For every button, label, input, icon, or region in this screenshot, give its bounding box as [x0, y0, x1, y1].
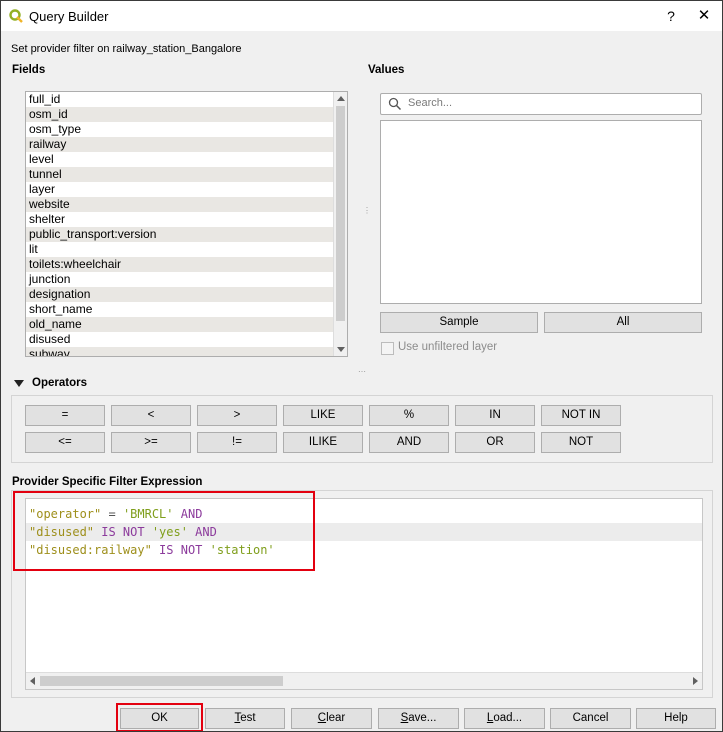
values-list[interactable] — [380, 120, 702, 304]
operator-button[interactable]: < — [111, 405, 191, 426]
values-search-input[interactable]: Search... — [380, 93, 702, 115]
field-item[interactable]: designation — [26, 287, 347, 302]
field-item[interactable]: website — [26, 197, 347, 212]
expression-label: Provider Specific Filter Expression — [12, 476, 203, 488]
operator-button[interactable]: != — [197, 432, 277, 453]
query-builder-window: Query Builder ? ✕ Set provider filter on… — [0, 0, 723, 732]
operator-button[interactable]: ILIKE — [283, 432, 363, 453]
test-button[interactable]: Test — [205, 708, 285, 729]
field-item[interactable]: railway — [26, 137, 347, 152]
field-item[interactable]: full_id — [26, 92, 347, 107]
ok-highlight-box — [116, 703, 203, 731]
field-item[interactable]: junction — [26, 272, 347, 287]
field-item[interactable]: old_name — [26, 317, 347, 332]
operator-button[interactable]: = — [25, 405, 105, 426]
operator-button[interactable]: > — [197, 405, 277, 426]
field-item[interactable]: disused — [26, 332, 347, 347]
field-item[interactable]: layer — [26, 182, 347, 197]
search-icon — [388, 97, 402, 111]
fields-label: Fields — [12, 64, 46, 76]
vertical-splitter-handle[interactable]: ⋮ — [363, 207, 371, 215]
operator-button[interactable]: <= — [25, 432, 105, 453]
scroll-thumb[interactable] — [336, 106, 345, 321]
hscroll-thumb[interactable] — [40, 676, 283, 686]
expression-hscrollbar[interactable] — [26, 672, 702, 689]
save-button[interactable]: Save... — [378, 708, 459, 729]
field-item[interactable]: shelter — [26, 212, 347, 227]
clear-mnemonic: C — [317, 712, 327, 724]
collapse-operators-icon[interactable] — [14, 380, 24, 387]
all-button[interactable]: All — [544, 312, 702, 333]
field-item[interactable]: public_transport:version — [26, 227, 347, 242]
field-item[interactable]: short_name — [26, 302, 347, 317]
horizontal-splitter-handle[interactable]: ⋯ — [358, 368, 366, 376]
fields-rows: full_id osm_id osm_type railway level tunnel l… — [26, 92, 347, 356]
operator-button[interactable]: NOT IN — [541, 405, 621, 426]
title-help-icon[interactable]: ? — [656, 6, 686, 26]
cancel-button[interactable]: Cancel — [550, 708, 631, 729]
window-title: Query Builder — [29, 9, 109, 24]
save-label: ave... — [408, 712, 437, 724]
operator-button[interactable]: % — [369, 405, 449, 426]
operator-button[interactable]: LIKE — [283, 405, 363, 426]
field-item[interactable]: toilets:wheelchair — [26, 257, 347, 272]
field-item[interactable]: subway — [26, 347, 347, 356]
test-label: est — [240, 712, 256, 724]
qgis-logo-icon — [9, 9, 23, 23]
sample-button[interactable]: Sample — [380, 312, 538, 333]
use-unfiltered-layer-checkbox[interactable] — [381, 342, 394, 355]
scroll-down-icon[interactable] — [337, 347, 345, 352]
field-item[interactable]: level — [26, 152, 347, 167]
operator-button[interactable]: NOT — [541, 432, 621, 453]
fields-list[interactable]: full_id osm_id osm_type railway level tunnel l… — [25, 91, 348, 357]
close-icon[interactable]: ✕ — [689, 6, 719, 26]
field-item[interactable]: osm_type — [26, 122, 347, 137]
load-label: oad... — [493, 712, 523, 724]
field-item[interactable]: tunnel — [26, 167, 347, 182]
field-item[interactable]: lit — [26, 242, 347, 257]
provider-filter-caption: Set provider filter on railway_station_B… — [11, 43, 242, 55]
search-placeholder: Search... — [408, 97, 453, 109]
expression-highlight-box — [13, 491, 315, 571]
field-item[interactable]: osm_id — [26, 107, 347, 122]
title-bar: Query Builder ? ✕ — [1, 1, 722, 31]
values-label: Values — [368, 64, 405, 76]
fields-scrollbar[interactable] — [333, 92, 347, 356]
scroll-left-icon[interactable] — [30, 677, 35, 685]
load-button[interactable]: Load... — [464, 708, 545, 729]
scroll-right-icon[interactable] — [693, 677, 698, 685]
operator-button[interactable]: OR — [455, 432, 535, 453]
clear-button[interactable]: Clear — [291, 708, 372, 729]
operator-button[interactable]: AND — [369, 432, 449, 453]
scroll-up-icon[interactable] — [337, 96, 345, 101]
clear-label: lear — [326, 712, 346, 724]
operator-button[interactable]: IN — [455, 405, 535, 426]
use-unfiltered-layer-label: Use unfiltered layer — [398, 341, 498, 353]
operators-label: Operators — [32, 377, 87, 389]
help-button[interactable]: Help — [636, 708, 716, 729]
operator-button[interactable]: >= — [111, 432, 191, 453]
